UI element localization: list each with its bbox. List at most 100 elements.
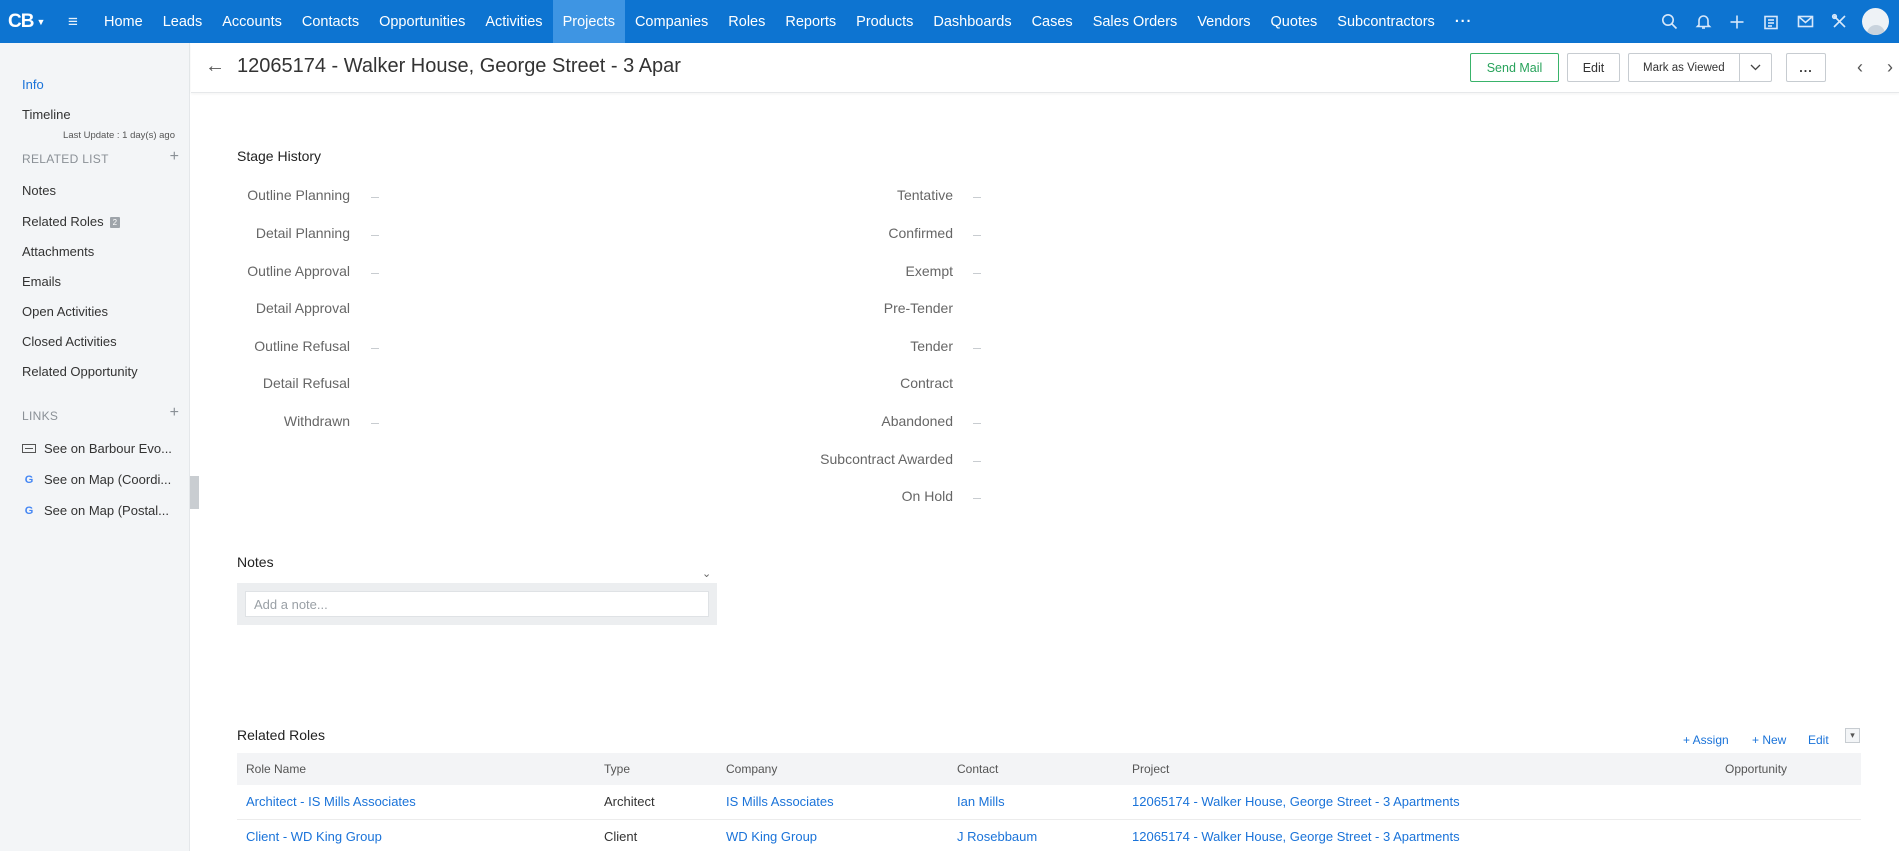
contact-link[interactable]: Ian Mills — [957, 794, 1005, 809]
column-header-opportunity[interactable]: Opportunity — [1716, 753, 1861, 785]
edit-button[interactable]: Edit — [1567, 53, 1620, 82]
sidebar-item-related-roles[interactable]: Related Roles 2 — [22, 214, 121, 229]
field-value-empty — [973, 498, 981, 499]
mark-as-viewed-button[interactable]: Mark as Viewed — [1628, 53, 1772, 82]
column-header-company[interactable]: Company — [717, 753, 948, 785]
nav-tab-vendors[interactable]: Vendors — [1187, 0, 1260, 43]
field-value-empty — [371, 197, 379, 198]
more-actions-button[interactable]: ... — [1786, 53, 1826, 82]
column-header-type[interactable]: Type — [595, 753, 717, 785]
nav-tab-sales-orders[interactable]: Sales Orders — [1083, 0, 1188, 43]
opportunity-cell — [1716, 785, 1861, 820]
stage-history-title: Stage History — [237, 148, 322, 164]
nav-tab-accounts[interactable]: Accounts — [212, 0, 292, 43]
sidebar-item-open-activities[interactable]: Open Activities — [22, 304, 108, 319]
link-barbour[interactable]: See on Barbour Evo... — [22, 441, 172, 456]
link-label: See on Map (Postal... — [44, 503, 170, 518]
link-map-coordinates[interactable]: G See on Map (Coordi... — [22, 472, 171, 487]
column-header-contact[interactable]: Contact — [948, 753, 1123, 785]
field-value-empty — [371, 235, 379, 236]
plus-icon[interactable] — [1720, 0, 1754, 43]
nav-tab-dashboards[interactable]: Dashboards — [923, 0, 1021, 43]
nav-utility-icons — [1652, 0, 1899, 43]
nav-tab-projects[interactable]: Projects — [552, 0, 625, 43]
role-name-link[interactable]: Client - WD King Group — [246, 829, 382, 844]
nav-tab-quotes[interactable]: Quotes — [1261, 0, 1328, 43]
nav-tab-roles[interactable]: Roles — [718, 0, 775, 43]
hamburger-menu-icon[interactable]: ≡ — [58, 12, 88, 32]
sidebar-collapse-handle[interactable] — [190, 476, 199, 509]
back-arrow-icon[interactable]: ← — [205, 55, 225, 78]
tools-icon[interactable] — [1822, 0, 1856, 43]
field-label: Contract — [900, 375, 953, 391]
role-type: Client — [595, 819, 717, 851]
chevron-down-icon[interactable]: ⌄ — [702, 567, 711, 580]
nav-tab-companies[interactable]: Companies — [625, 0, 718, 43]
sidebar-item-info[interactable]: Info — [22, 77, 44, 92]
link-label: See on Map (Coordi... — [44, 472, 172, 487]
notes-composer — [237, 583, 717, 625]
nav-tab-activities[interactable]: Activities — [475, 0, 552, 43]
nav-tab-reports[interactable]: Reports — [775, 0, 846, 43]
nav-tab-contacts[interactable]: Contacts — [292, 0, 369, 43]
add-link-icon[interactable]: + — [170, 404, 179, 422]
nav-more-button[interactable]: ··· — [1445, 0, 1483, 43]
nav-tab-home[interactable]: Home — [94, 0, 153, 43]
field-value-empty — [973, 348, 981, 349]
chevron-down-icon[interactable]: ▾ — [1845, 728, 1860, 743]
record-sidebar: Info Timeline Last Update : 1 day(s) ago… — [0, 43, 190, 851]
opportunity-cell — [1716, 819, 1861, 851]
field-value-empty — [973, 273, 981, 274]
sidebar-item-attachments[interactable]: Attachments — [22, 244, 94, 259]
sidebar-item-notes[interactable]: Notes — [22, 183, 56, 198]
calendar-icon[interactable] — [1754, 0, 1788, 43]
page-title: 12065174 - Walker House, George Street -… — [237, 55, 681, 77]
app-logo[interactable]: CB ▼ — [0, 0, 58, 43]
next-record-icon[interactable]: › — [1887, 57, 1893, 78]
add-note-input[interactable] — [245, 591, 709, 617]
barbour-icon — [22, 444, 36, 453]
add-related-list-icon[interactable]: + — [170, 148, 179, 166]
column-header-role-name[interactable]: Role Name — [237, 753, 595, 785]
nav-tab-opportunities[interactable]: Opportunities — [369, 0, 475, 43]
link-map-postal[interactable]: G See on Map (Postal... — [22, 503, 169, 518]
nav-tab-products[interactable]: Products — [846, 0, 923, 43]
sidebar-item-emails[interactable]: Emails — [22, 274, 61, 289]
field-label: Outline Planning — [247, 187, 350, 203]
field-label: Pre-Tender — [883, 300, 953, 316]
company-link[interactable]: IS Mills Associates — [726, 794, 834, 809]
column-header-project[interactable]: Project — [1123, 753, 1716, 785]
mark-as-viewed-label: Mark as Viewed — [1643, 61, 1725, 74]
mail-icon[interactable] — [1788, 0, 1822, 43]
project-link[interactable]: 12065174 - Walker House, George Street -… — [1132, 829, 1460, 844]
project-link[interactable]: 12065174 - Walker House, George Street -… — [1132, 794, 1460, 809]
new-role-button[interactable]: + New — [1752, 733, 1786, 747]
field-label: Subcontract Awarded — [820, 451, 953, 467]
role-type: Architect — [595, 785, 717, 820]
module-tabs: Home Leads Accounts Contacts Opportuniti… — [94, 0, 1482, 43]
field-value-empty — [973, 235, 981, 236]
role-name-link[interactable]: Architect - IS Mills Associates — [246, 794, 416, 809]
field-label: On Hold — [901, 488, 953, 504]
send-mail-button[interactable]: Send Mail — [1470, 53, 1559, 82]
field-label: Detail Refusal — [262, 375, 350, 391]
chevron-down-icon[interactable] — [1739, 54, 1771, 81]
previous-record-icon[interactable]: ‹ — [1857, 57, 1863, 78]
nav-tab-subcontractors[interactable]: Subcontractors — [1327, 0, 1445, 43]
google-icon: G — [24, 504, 34, 517]
count-badge: 2 — [109, 217, 121, 229]
sidebar-item-closed-activities[interactable]: Closed Activities — [22, 334, 117, 349]
edit-roles-button[interactable]: Edit — [1808, 733, 1829, 747]
bell-icon[interactable] — [1686, 0, 1720, 43]
assign-role-button[interactable]: + Assign — [1683, 733, 1729, 747]
nav-tab-cases[interactable]: Cases — [1022, 0, 1083, 43]
sidebar-item-related-opportunity[interactable]: Related Opportunity — [22, 364, 138, 379]
contact-link[interactable]: J Rosebbaum — [957, 829, 1037, 844]
company-link[interactable]: WD King Group — [726, 829, 817, 844]
top-navigation-bar: CB ▼ ≡ Home Leads Accounts Contacts Oppo… — [0, 0, 1899, 43]
link-label: See on Barbour Evo... — [44, 441, 172, 456]
sidebar-item-timeline[interactable]: Timeline — [22, 107, 71, 122]
search-icon[interactable] — [1652, 0, 1686, 43]
nav-tab-leads[interactable]: Leads — [153, 0, 213, 43]
avatar[interactable] — [1862, 8, 1889, 35]
